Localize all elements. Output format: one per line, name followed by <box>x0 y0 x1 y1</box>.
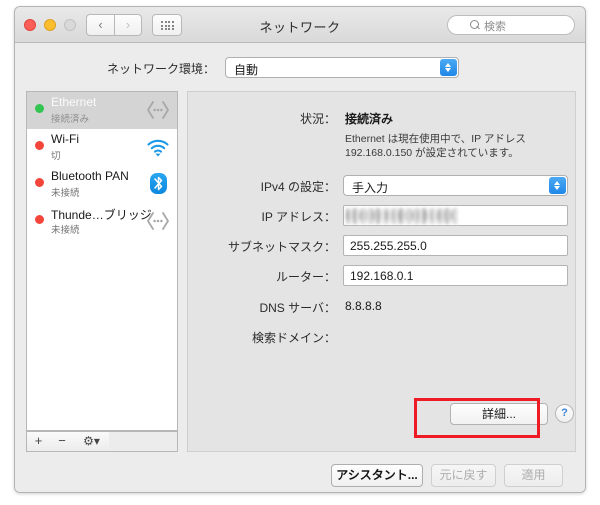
service-status: 切 <box>51 151 61 162</box>
bluetooth-icon <box>150 173 167 194</box>
revert-button: 元に戻す <box>431 464 496 487</box>
ip-address-label: IP アドレス： <box>261 210 336 224</box>
help-button[interactable]: ? <box>555 404 574 423</box>
network-location-row: ネットワーク環境： 自動 <box>15 57 585 79</box>
service-name: Thunde…ブリッジ <box>51 208 152 222</box>
service-list[interactable]: Ethernet 接続済み Wi-Fi 切 Bluetooth PAN 未接続 … <box>26 91 178 431</box>
service-name: Bluetooth PAN <box>51 169 129 183</box>
ethernet-icon <box>146 99 170 121</box>
window-titlebar: ‹ › ネットワーク 検索 <box>15 7 585 43</box>
wifi-icon <box>146 136 170 158</box>
network-location-select[interactable]: 自動 <box>225 57 459 78</box>
gear-icon[interactable]: ⚙▾ <box>74 431 110 452</box>
service-row-ethernet[interactable]: Ethernet 接続済み <box>27 92 177 129</box>
dns-server-label: DNS サーバ： <box>259 301 336 315</box>
subnet-mask-input[interactable]: 255.255.255.0 <box>343 235 568 256</box>
router-input[interactable]: 192.168.0.1 <box>343 265 568 286</box>
ipv4-config-select[interactable]: 手入力 <box>343 175 568 196</box>
status-dot-red <box>35 141 44 150</box>
network-location-value: 自動 <box>234 63 259 77</box>
ethernet-icon <box>146 210 170 232</box>
subnet-mask-label: サブネットマスク： <box>227 240 336 254</box>
network-location-label: ネットワーク環境： <box>106 62 215 76</box>
annotation-highlight-box <box>414 398 540 438</box>
chevron-updown-icon[interactable] <box>440 59 457 76</box>
service-name: Wi-Fi <box>51 132 79 146</box>
toolbar-filler <box>109 431 178 452</box>
status-dot-red <box>35 215 44 224</box>
service-row-bluetooth-pan[interactable]: Bluetooth PAN 未接続 <box>27 166 177 203</box>
add-service-button[interactable]: + <box>26 431 51 452</box>
status-dot-green <box>35 104 44 113</box>
service-status: 未接続 <box>51 225 80 236</box>
search-field[interactable]: 検索 <box>447 15 575 35</box>
service-status: 接続済み <box>51 114 90 125</box>
ipv4-config-value: 手入力 <box>352 181 389 195</box>
ip-address-input[interactable] <box>343 205 568 226</box>
service-name: Ethernet <box>51 95 97 109</box>
search-placeholder: 検索 <box>484 21 506 33</box>
status-value: 接続済み <box>345 112 394 126</box>
remove-service-button[interactable]: − <box>50 431 75 452</box>
router-label: ルーター： <box>275 270 336 284</box>
service-row-wifi[interactable]: Wi-Fi 切 <box>27 129 177 166</box>
service-list-toolbar: + − ⚙▾ <box>26 431 178 452</box>
status-label: 状況： <box>299 112 336 126</box>
ipv4-config-label: IPv4 の設定： <box>260 180 336 194</box>
service-row-thunderbolt-bridge[interactable]: Thunde…ブリッジ 未接続 <box>27 203 177 240</box>
search-icon <box>470 20 479 29</box>
router-value: 192.168.0.1 <box>350 269 414 283</box>
service-status: 未接続 <box>51 188 80 199</box>
status-description: Ethernet は現在使用中で、IP アドレス 192.168.0.150 が… <box>345 133 526 159</box>
dns-server-value: 8.8.8.8 <box>345 299 382 313</box>
subnet-mask-value: 255.255.255.0 <box>350 239 427 253</box>
assistant-button[interactable]: アシスタント... <box>331 464 423 487</box>
redacted-value-overlay <box>346 208 458 224</box>
apply-button: 適用 <box>504 464 563 487</box>
search-domains-label: 検索ドメイン： <box>251 331 336 345</box>
status-dot-red <box>35 178 44 187</box>
chevron-updown-icon[interactable] <box>549 177 566 194</box>
